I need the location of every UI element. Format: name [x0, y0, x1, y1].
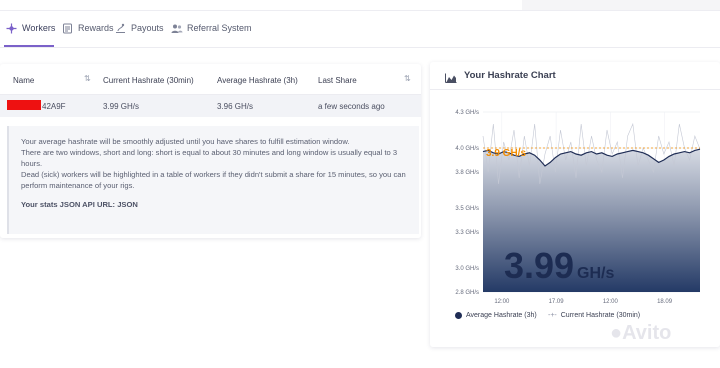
tab-payouts-label: Payouts — [131, 23, 164, 33]
info-panel: Your average hashrate will be smoothly a… — [7, 126, 419, 234]
column-current-hashrate[interactable]: Current Hashrate (30min) — [103, 76, 194, 85]
top-bar-segment — [522, 0, 720, 10]
y-tick-label: 3.8 GH/s — [455, 170, 479, 176]
sort-icon[interactable]: ⇅ — [404, 74, 411, 83]
worker-current-hashrate: 3.99 GH/s — [103, 102, 140, 111]
x-tick-label: 12:00 — [603, 299, 619, 305]
chart-title: Your Hashrate Chart — [464, 70, 556, 81]
legend-current-label: Current Hashrate (30min) — [560, 312, 641, 319]
info-line-2: There are two windows, short and long: s… — [21, 148, 398, 168]
tab-referral-label: Referral System — [187, 23, 252, 33]
json-api-link[interactable]: Your stats JSON API URL: JSON — [21, 199, 407, 210]
hashrate-chart: 4.3 GH/s 4.0 GH/s 3.8 GH/s 3.5 GH/s 3.3 GH/s… — [455, 110, 701, 305]
avito-watermark: ●Avito — [610, 322, 672, 344]
tab-workers[interactable]: Workers — [6, 20, 55, 36]
top-navigation: Workers Rewards Payouts Referral System — [0, 0, 720, 56]
chart-card-header: Your Hashrate Chart — [430, 62, 720, 90]
workers-table-header: Name ⇅ Current Hashrate (30min) Average … — [0, 64, 421, 95]
y-tick-label: 3.5 GH/s — [455, 206, 479, 212]
column-last-share[interactable]: Last Share — [318, 76, 357, 85]
tab-workers-label: Workers — [22, 23, 56, 33]
info-line-3: Dead (sick) workers will be highlighted … — [21, 170, 406, 190]
referral-icon — [171, 23, 183, 34]
y-tick-label: 4.0 GH/s — [455, 146, 479, 152]
workers-card: Name ⇅ Current Hashrate (30min) Average … — [0, 64, 421, 238]
sort-icon[interactable]: ⇅ — [84, 74, 91, 83]
legend-current[interactable]: -+- Current Hashrate (30min) — [548, 312, 640, 319]
hashrate-chart-card: Your Hashrate Chart 4.3 GH/s 4.0 GH/s 3.8 … — [430, 62, 720, 347]
info-line-1: Your average hashrate will be smoothly a… — [21, 137, 350, 146]
x-tick-label: 12:00 — [494, 299, 510, 305]
top-bar-divider — [0, 10, 720, 11]
workers-icon — [6, 23, 17, 34]
worker-last-share: a few seconds ago — [318, 102, 385, 111]
legend-average[interactable]: Average Hashrate (3h) — [455, 312, 537, 319]
y-tick-label: 4.3 GH/s — [455, 110, 479, 116]
chart-overlay-label: 3.9 GH/s — [486, 148, 526, 159]
worker-average-hashrate: 3.96 GH/s — [217, 102, 254, 111]
worker-name: 42A9F — [42, 102, 66, 111]
y-tick-label: 2.8 GH/s — [455, 290, 479, 296]
tab-payouts[interactable]: Payouts — [115, 20, 164, 36]
column-name[interactable]: Name — [13, 76, 34, 85]
y-tick-label: 3.3 GH/s — [455, 230, 479, 236]
tab-referral-system[interactable]: Referral System — [171, 20, 252, 36]
chart-icon — [445, 70, 457, 88]
legend-current-marker: -+- — [548, 312, 557, 319]
nav-divider — [0, 47, 720, 48]
legend-average-label: Average Hashrate (3h) — [466, 312, 537, 319]
legend-average-dot — [455, 312, 462, 319]
rewards-icon — [62, 23, 73, 34]
table-row[interactable]: 42A9F 3.99 GH/s 3.96 GH/s a few seconds … — [0, 95, 421, 117]
y-tick-label: 3.0 GH/s — [455, 266, 479, 272]
column-average-hashrate[interactable]: Average Hashrate (3h) — [217, 76, 298, 85]
x-tick-label: 18.09 — [657, 299, 673, 305]
payouts-icon — [115, 23, 126, 34]
tab-rewards-label: Rewards — [78, 23, 114, 33]
chart-big-value: 3.99 — [504, 245, 574, 286]
tab-rewards[interactable]: Rewards — [62, 20, 114, 36]
redacted-name — [7, 100, 41, 110]
chart-big-unit: GH/s — [577, 265, 614, 282]
x-tick-label: 17.09 — [549, 299, 565, 305]
